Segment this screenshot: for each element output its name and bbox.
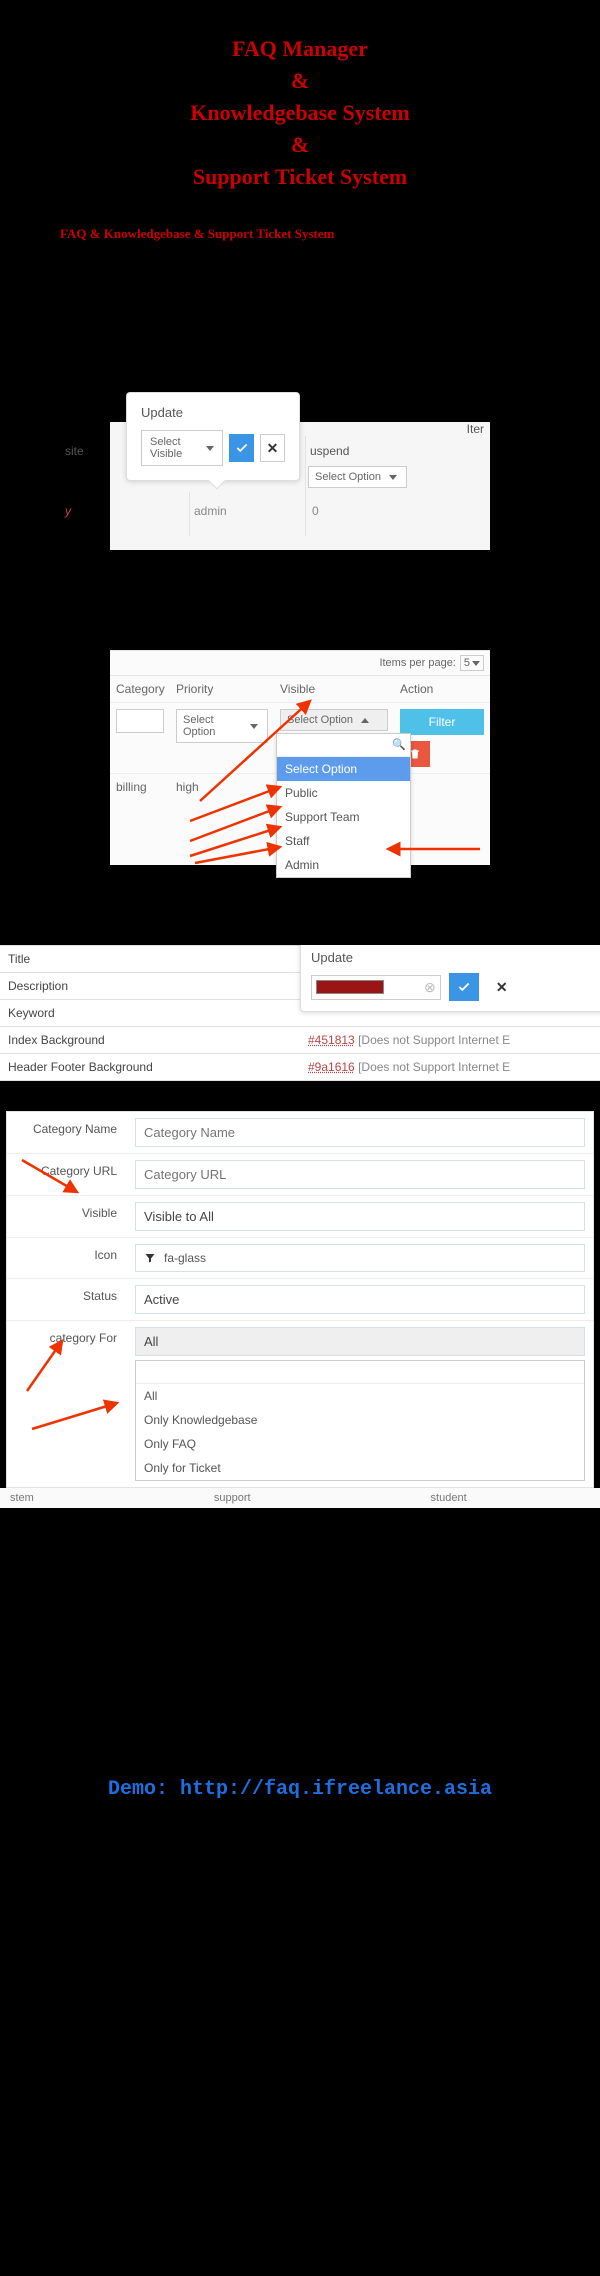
- category-for-dropdown: All Only Knowledgebase Only FAQ Only for…: [135, 1360, 585, 1481]
- panel-update-popover: site Iter uspend Select Option admin 0 y…: [110, 422, 490, 550]
- close-icon: ✕: [496, 979, 508, 996]
- category-url-input[interactable]: [135, 1160, 585, 1189]
- title-line-2: &: [20, 68, 580, 94]
- select-visible[interactable]: Select Visible: [141, 430, 223, 466]
- dropdown-item[interactable]: All: [136, 1384, 584, 1408]
- t3-note: [Does not Support Internet E: [358, 1060, 510, 1074]
- popover-title: Update: [141, 405, 285, 420]
- col-items-partial: Iter: [467, 422, 484, 436]
- row-category: billing: [110, 774, 170, 800]
- dropdown-item[interactable]: Only for Ticket: [136, 1456, 584, 1480]
- popover-title: Update: [311, 950, 599, 965]
- chevron-down-icon: [389, 475, 397, 480]
- visible-select[interactable]: Select Option: [280, 709, 388, 731]
- icon-select[interactable]: fa-glass: [135, 1244, 585, 1272]
- label-visible: Visible: [7, 1196, 127, 1237]
- row-left-partial: y: [65, 504, 71, 518]
- t3-label: Header Footer Background: [0, 1054, 300, 1080]
- bottom-strip: stem support student ia: [0, 1488, 600, 1508]
- row-priority: high: [170, 774, 274, 800]
- label-status: Status: [7, 1279, 127, 1320]
- t3-label: Index Background: [0, 1027, 300, 1053]
- suspend-select[interactable]: Select Option: [308, 466, 407, 488]
- subtitle: FAQ & Knowledgebase & Support Ticket Sys…: [0, 206, 600, 272]
- filter-button[interactable]: Filter: [400, 709, 484, 735]
- hex-value[interactable]: #451813: [308, 1033, 355, 1047]
- update-popover: Update Select Visible ✕: [126, 392, 300, 481]
- row-count: 0: [312, 504, 319, 518]
- priority-select[interactable]: Select Option: [176, 709, 268, 743]
- t3-label: Title: [0, 946, 300, 972]
- visible-select[interactable]: Visible to All: [135, 1202, 585, 1231]
- header-priority: Priority: [170, 676, 274, 702]
- color-update-popover: Update ⊗ ✕: [300, 945, 600, 1012]
- label-category-name: Category Name: [7, 1112, 127, 1153]
- dropdown-item[interactable]: Support Team: [277, 805, 410, 829]
- clear-icon[interactable]: ⊗: [424, 979, 436, 996]
- visible-dropdown: 🔍 Select Option Public Support Team Staf…: [276, 733, 411, 878]
- demo-link[interactable]: http://faq.ifreelance.asia: [180, 1778, 492, 1801]
- row-user: admin: [194, 504, 227, 518]
- header-category: Category: [110, 676, 170, 702]
- label-category-for: category For: [7, 1321, 127, 1487]
- chevron-down-icon: [472, 661, 480, 666]
- dropdown-item[interactable]: Admin: [277, 853, 410, 877]
- confirm-button[interactable]: [449, 973, 479, 1001]
- dropdown-search-input[interactable]: [277, 734, 410, 756]
- title-line-1: FAQ Manager: [20, 36, 580, 62]
- t3-label: Keyword: [0, 1000, 300, 1026]
- dropdown-search-input[interactable]: [136, 1361, 584, 1384]
- header-visible: Visible: [274, 676, 394, 702]
- panel-category-form: Category Name Category URL Visible Visib…: [6, 1111, 594, 1488]
- chevron-down-icon: [250, 724, 258, 729]
- panel-settings-table: Title Description Keyword Index Backgrou…: [0, 945, 600, 1081]
- color-swatch: [316, 980, 384, 994]
- dropdown-item[interactable]: Public: [277, 781, 410, 805]
- hex-value[interactable]: #9a1616: [308, 1060, 355, 1074]
- dropdown-item[interactable]: Select Option: [277, 757, 410, 781]
- title-line-3: Knowledgebase System: [20, 100, 580, 126]
- cancel-button[interactable]: ✕: [260, 434, 285, 462]
- t3-label: Description: [0, 973, 300, 999]
- category-for-select[interactable]: All: [135, 1327, 585, 1356]
- confirm-button[interactable]: [229, 434, 254, 462]
- search-icon: 🔍: [392, 738, 406, 751]
- t3-note: [Does not Support Internet E: [358, 1033, 510, 1047]
- dropdown-item[interactable]: Only FAQ: [136, 1432, 584, 1456]
- check-icon: [235, 441, 249, 455]
- title-line-5: Support Ticket System: [20, 164, 580, 190]
- label-icon: Icon: [7, 1238, 127, 1278]
- filter-icon: [144, 1252, 156, 1264]
- title-line-4: &: [20, 132, 580, 158]
- check-icon: [457, 980, 471, 994]
- header-action: Action: [394, 676, 490, 702]
- demo-link-line: Demo: http://faq.ifreelance.asia: [0, 1758, 600, 1841]
- panel-visible-dropdown: Items per page: 5 Category Priority Visi…: [110, 650, 490, 865]
- col-site-partial: site: [65, 444, 84, 458]
- cancel-button[interactable]: ✕: [487, 973, 517, 1001]
- status-select[interactable]: Active: [135, 1285, 585, 1314]
- chevron-up-icon: [361, 718, 369, 723]
- dropdown-item[interactable]: Only Knowledgebase: [136, 1408, 584, 1432]
- items-per-page-select[interactable]: 5: [460, 655, 484, 671]
- category-name-input[interactable]: [135, 1118, 585, 1147]
- main-title: FAQ Manager & Knowledgebase System & Sup…: [0, 0, 600, 206]
- col-suspend-partial: uspend: [310, 444, 349, 458]
- dropdown-item[interactable]: Staff: [277, 829, 410, 853]
- label-category-url: Category URL: [7, 1154, 127, 1195]
- close-icon: ✕: [267, 440, 279, 457]
- category-filter-input[interactable]: [116, 709, 164, 733]
- chevron-down-icon: [206, 446, 214, 451]
- color-picker[interactable]: ⊗: [311, 975, 441, 1000]
- items-per-page-label: Items per page:: [379, 657, 455, 669]
